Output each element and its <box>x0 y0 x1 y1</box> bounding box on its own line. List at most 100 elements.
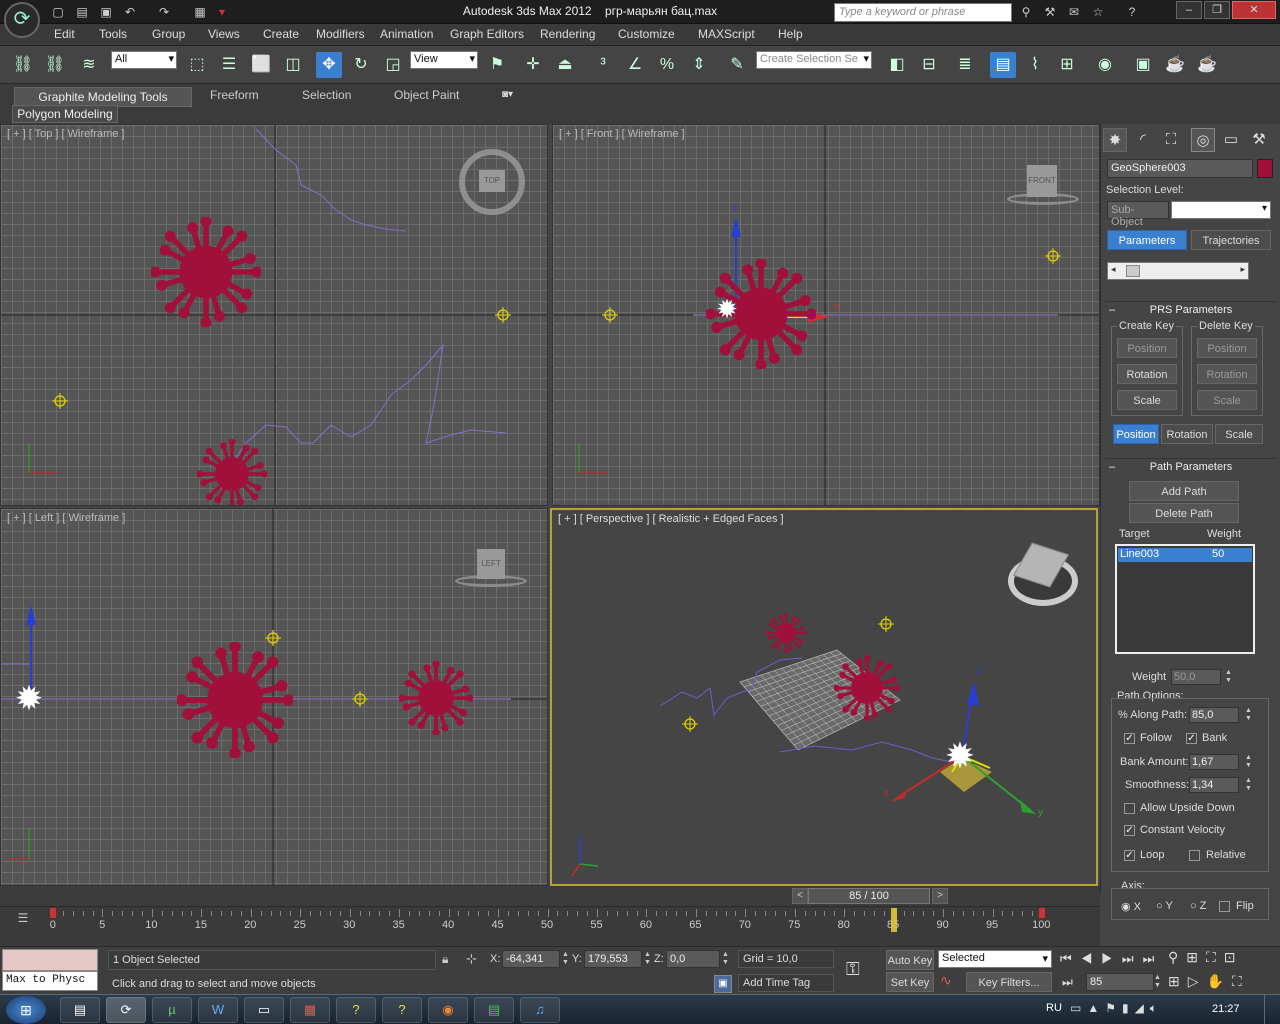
virus-geosphere[interactable] <box>151 217 261 327</box>
display-tab-icon[interactable]: ▭ <box>1219 128 1243 152</box>
virus-geosphere[interactable] <box>399 661 473 735</box>
tab-object-paint[interactable]: Object Paint <box>394 88 459 106</box>
along-path-spinner[interactable]: 85,0 <box>1189 707 1239 723</box>
communication-center-icon[interactable]: ✉ <box>1066 4 1082 20</box>
object-name-field[interactable]: GeoSphere003 <box>1107 159 1253 178</box>
auto-key-button[interactable]: Auto Key <box>886 950 934 970</box>
rollout-scrollbar[interactable]: ◂ ▸ <box>1107 262 1249 280</box>
previous-frame-arrow-icon[interactable]: < <box>792 888 808 904</box>
3dsmax-taskbar-icon[interactable]: ⟳ <box>106 997 146 1023</box>
rectangular-selection-icon[interactable]: ⬜ <box>248 52 274 78</box>
viewport-navigation-controls-2[interactable]: ⊞▷✋⛶ <box>1168 973 1250 990</box>
menu-help[interactable]: Help <box>778 27 803 41</box>
reference-coordinate-dropdown[interactable]: View <box>410 51 478 69</box>
help-taskbar-icon[interactable]: ? <box>336 997 376 1023</box>
rollout-scrollbar-thumb[interactable] <box>1126 265 1140 277</box>
along-path-spinner-arrows[interactable]: ▲ ▼ <box>1245 707 1253 723</box>
percent-snap-icon[interactable]: % <box>654 52 680 78</box>
delete-scale-key-button[interactable]: Scale <box>1197 390 1257 410</box>
application-menu-button[interactable]: ⟳ <box>4 2 40 38</box>
allow-upside-down-checkbox[interactable] <box>1124 803 1135 814</box>
menu-animation[interactable]: Animation <box>380 27 433 41</box>
point-helper-icon[interactable] <box>602 307 618 323</box>
smoothness-spinner-arrows[interactable]: ▲ ▼ <box>1245 777 1253 793</box>
select-and-scale-icon[interactable]: ◲ <box>380 52 406 78</box>
viewport-top-label[interactable]: [ + ] [ Top ] [ Wireframe ] <box>7 128 124 140</box>
create-rotation-key-button[interactable]: Rotation <box>1117 364 1177 384</box>
menu-create[interactable]: Create <box>263 27 299 41</box>
menu-customize[interactable]: Customize <box>618 27 675 41</box>
utorrent-taskbar-icon[interactable]: µ <box>152 997 192 1023</box>
redo-icon[interactable]: ↷ <box>156 4 172 20</box>
x-spinner-arrows[interactable]: ▲ ▼ <box>562 951 570 967</box>
viewport-front[interactable]: [ + ] [ Front ] [ Wireframe ] FRONT ✹ z … <box>552 124 1100 506</box>
help-icon[interactable]: ? <box>1124 4 1140 20</box>
subscription-icon[interactable]: ⚒ <box>1042 4 1058 20</box>
current-frame-spinner-arrows[interactable]: ▲ ▼ <box>1154 974 1162 990</box>
z-spinner-arrows[interactable]: ▲ ▼ <box>722 951 730 967</box>
add-path-button[interactable]: Add Path <box>1129 481 1239 501</box>
word-taskbar-icon[interactable]: W <box>198 997 238 1023</box>
smoothness-spinner[interactable]: 1,34 <box>1189 777 1239 793</box>
virus-geosphere[interactable] <box>834 655 900 721</box>
animation-key-marker[interactable] <box>1039 908 1045 918</box>
relative-checkbox[interactable] <box>1189 850 1200 861</box>
select-object-icon[interactable]: ⬚ <box>184 52 210 78</box>
create-position-key-button[interactable]: Position <box>1117 338 1177 358</box>
open-file-icon[interactable]: ▤ <box>74 4 90 20</box>
viewcube-top[interactable]: TOP <box>479 170 505 192</box>
maxscript-listener-pink[interactable] <box>2 949 98 971</box>
viewport-front-label[interactable]: [ + ] [ Front ] [ Wireframe ] <box>559 128 685 140</box>
scale-mode-button[interactable]: Scale <box>1215 424 1263 444</box>
named-selection-sets-dropdown[interactable]: Create Selection Se <box>756 51 872 69</box>
mirror-icon[interactable]: ◧ <box>884 52 910 78</box>
flag-taskbar-icon[interactable]: ▤ <box>474 997 514 1023</box>
weight-spinner-arrows[interactable]: ▲ ▼ <box>1225 669 1233 685</box>
pivot-center-icon[interactable]: ⚑ <box>484 52 510 78</box>
default-key-tangents-key-icon[interactable]: ⚿ <box>846 959 876 979</box>
curve-editor-icon[interactable]: ⌇ <box>1022 52 1048 78</box>
current-frame-field[interactable]: 85 <box>1086 973 1154 991</box>
virus-geosphere[interactable] <box>766 613 806 653</box>
restore-button[interactable]: ❐ <box>1204 1 1230 19</box>
menu-edit[interactable]: Edit <box>54 27 75 41</box>
axis-x-radio[interactable]: ◉ X <box>1121 900 1141 913</box>
x-coordinate-field[interactable]: -64,341 <box>502 950 560 968</box>
edit-named-selection-icon[interactable]: ✎ <box>724 52 750 78</box>
viewport-navigation-controls[interactable]: ⚲⊞⛶⊡ <box>1168 949 1244 966</box>
menu-rendering[interactable]: Rendering <box>540 27 595 41</box>
create-scale-key-button[interactable]: Scale <box>1117 390 1177 410</box>
select-and-link-icon[interactable]: ⛓ <box>10 52 36 78</box>
select-and-manipulate-icon[interactable]: ✛ <box>520 52 546 78</box>
unlink-selection-icon[interactable]: ⛓ <box>42 52 68 78</box>
scroll-left-icon[interactable]: ◂ <box>1111 264 1116 275</box>
maxscript-mini-listener[interactable]: Max to Physc <box>2 971 98 991</box>
menu-views[interactable]: Views <box>208 27 240 41</box>
loop-checkbox[interactable]: ✓ <box>1124 850 1135 861</box>
z-coordinate-field[interactable]: 0,0 <box>666 950 720 968</box>
axis-y-radio[interactable]: ○ Y <box>1156 900 1173 912</box>
flip-checkbox[interactable] <box>1219 901 1230 912</box>
object-color-swatch[interactable] <box>1257 159 1273 178</box>
target-list-row[interactable]: Line003 50 <box>1118 548 1252 562</box>
close-button[interactable]: ✕ <box>1232 1 1276 19</box>
add-time-tag-button[interactable]: Add Time Tag <box>738 974 834 992</box>
help-2-taskbar-icon[interactable]: ? <box>382 997 422 1023</box>
menu-maxscript[interactable]: MAXScript <box>698 27 755 41</box>
explorer-taskbar-icon[interactable]: ▤ <box>60 997 100 1023</box>
favorites-star-icon[interactable]: ☆ <box>1090 4 1106 20</box>
scroll-right-icon[interactable]: ▸ <box>1240 264 1245 275</box>
y-spinner-arrows[interactable]: ▲ ▼ <box>644 951 652 967</box>
next-frame-arrow-icon[interactable]: > <box>932 888 948 904</box>
selected-geosphere-icon[interactable]: ✹ <box>942 738 978 774</box>
rotation-mode-button[interactable]: Rotation <box>1161 424 1213 444</box>
set-key-button[interactable]: Set Key <box>886 972 934 992</box>
modify-tab-icon[interactable]: ◜ <box>1131 128 1155 152</box>
key-filters-button[interactable]: Key Filters... <box>966 972 1052 992</box>
virus-geosphere[interactable] <box>177 642 293 758</box>
bank-checkbox[interactable]: ✓ <box>1186 733 1197 744</box>
selection-lock-icon[interactable]: 🔒︎ <box>442 952 456 966</box>
menu-modifiers[interactable]: Modifiers <box>316 27 365 41</box>
animation-key-marker[interactable] <box>50 908 56 918</box>
constant-velocity-checkbox[interactable]: ✓ <box>1124 825 1135 836</box>
